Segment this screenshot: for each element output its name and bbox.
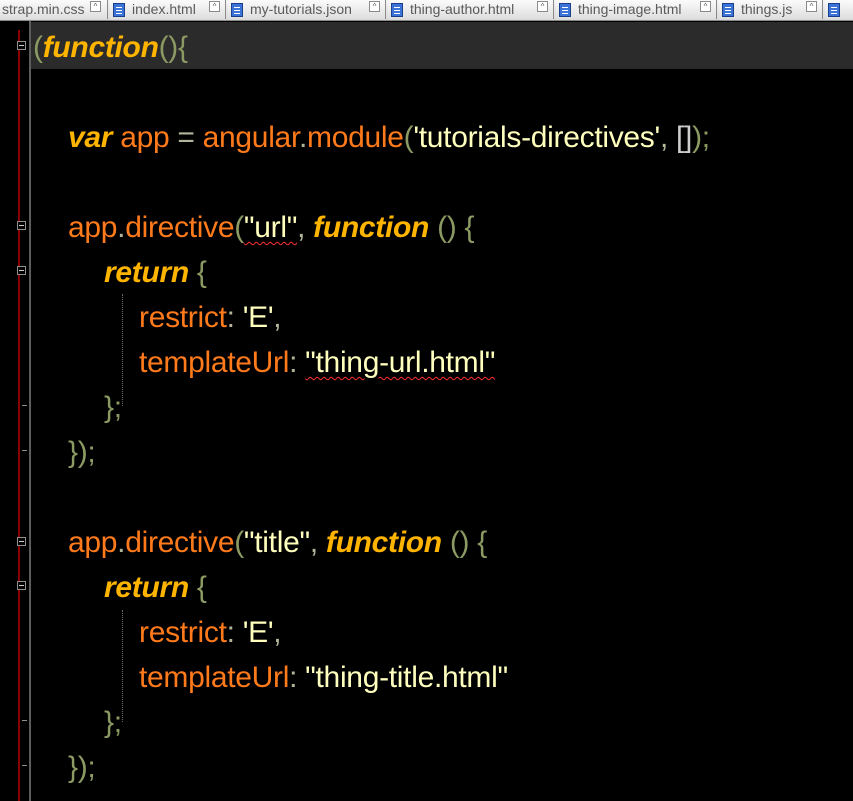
code-line-17: }); [68,751,96,784]
tab-my-tutorials-json[interactable]: my-tutorials.json ^ [228,0,386,19]
fold-toggle-icon[interactable] [17,41,26,50]
html-file-icon [113,3,125,17]
tab-label: strap.min.css [2,1,85,17]
tab-thing-image-html[interactable]: thing-image.html ^ [556,0,717,19]
json-file-icon [231,3,243,17]
tab-close-icon[interactable]: ^ [369,1,380,12]
tab-label: index.html [132,1,196,17]
code-line-1: (function(){ [33,31,188,64]
indent-guide [122,610,124,722]
code-line-16: }; [104,706,122,739]
tab-bootstrap-css[interactable]: strap.min.css ^ [0,0,108,19]
fold-toggle-icon[interactable] [17,537,26,546]
tab-index-html[interactable]: index.html ^ [110,0,226,19]
code-line-3: var app = angular.module('tutorials-dire… [68,121,710,154]
editor-gutter [0,21,30,801]
fold-end-marker [22,405,27,406]
tab-label: thing-image.html [578,1,682,17]
code-line-9: }; [104,391,122,424]
tab-things-js[interactable]: things.js ^ [719,0,823,19]
file-icon [828,3,840,17]
fold-end-marker [22,450,27,451]
change-history-bar [18,30,20,801]
code-line-12: app.directive("title", function () { [68,526,487,559]
code-line-13: return { [104,571,207,604]
code-editor[interactable]: (function(){ var app = angular.module('t… [31,22,853,801]
fold-end-marker [22,720,27,721]
html-file-icon [559,3,571,17]
tab-close-icon[interactable]: ^ [537,1,548,12]
tab-close-icon[interactable]: ^ [209,1,220,12]
code-line-8: templateUrl: "thing-url.html" [139,346,496,379]
html-file-icon [391,3,403,17]
code-line-5: app.directive("url", function () { [68,211,475,244]
js-file-icon [722,3,734,17]
code-line-6: return { [104,256,207,289]
tab-thing-author-html[interactable]: thing-author.html ^ [388,0,554,19]
code-line-14: restrict: 'E', [139,616,282,649]
code-line-15: templateUrl: "thing-title.html" [139,661,508,694]
tab-label: my-tutorials.json [250,1,352,17]
fold-toggle-icon[interactable] [17,266,26,275]
code-line-10: }); [68,436,96,469]
tab-bar: strap.min.css ^ index.html ^ my-tutorial… [0,0,853,21]
tab-close-icon[interactable]: ^ [90,1,101,12]
fold-toggle-icon[interactable] [17,581,26,590]
tab-close-icon[interactable]: ^ [700,1,711,12]
tab-overflow[interactable] [825,0,853,19]
code-line-7: restrict: 'E', [139,301,282,334]
fold-toggle-icon[interactable] [17,221,26,230]
tab-label: thing-author.html [410,1,515,17]
fold-end-marker [22,765,27,766]
tab-label: things.js [741,1,793,17]
indent-guide [122,294,124,406]
tab-close-icon[interactable]: ^ [806,1,817,12]
